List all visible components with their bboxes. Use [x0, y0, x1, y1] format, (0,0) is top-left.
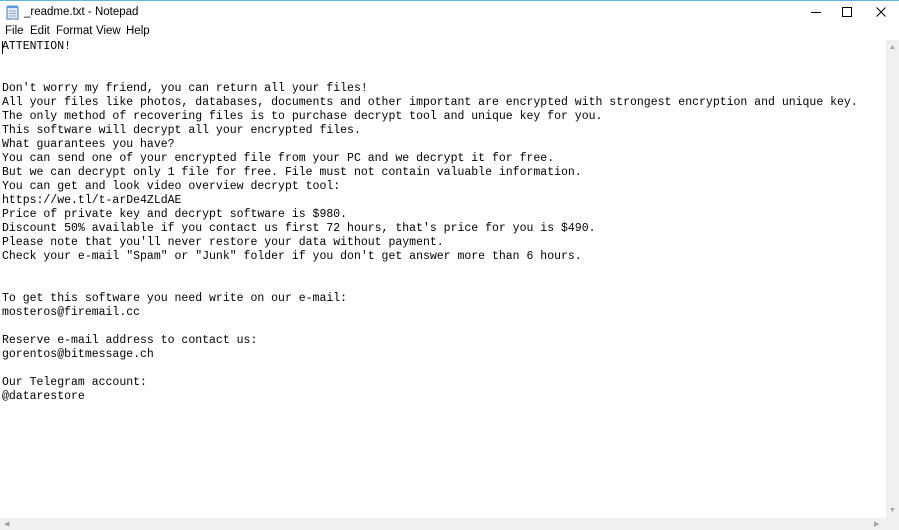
- menu-format[interactable]: Format: [56, 25, 92, 37]
- notepad-icon: [6, 5, 19, 20]
- menu-help[interactable]: Help: [126, 25, 150, 37]
- vertical-scrollbar[interactable]: ▲ ▼: [886, 40, 899, 518]
- menu-edit[interactable]: Edit: [30, 25, 50, 37]
- scroll-up-icon[interactable]: ▲: [889, 44, 896, 51]
- close-icon: [875, 7, 886, 17]
- menu-file[interactable]: File: [5, 25, 24, 37]
- scroll-left-icon[interactable]: ◀: [4, 521, 9, 528]
- text-caret: [2, 41, 3, 54]
- close-button[interactable]: [862, 1, 899, 23]
- text-editor[interactable]: ATTENTION! Don't worry my friend, you ca…: [0, 40, 886, 518]
- scroll-down-icon[interactable]: ▼: [889, 507, 896, 514]
- maximize-icon: [841, 7, 852, 17]
- window-title: _readme.txt - Notepad: [24, 6, 139, 18]
- menu-view[interactable]: View: [96, 25, 121, 37]
- scroll-right-icon[interactable]: ▶: [874, 521, 879, 528]
- scrollbar-corner: [886, 518, 899, 530]
- maximize-button[interactable]: [828, 1, 865, 23]
- minimize-icon: [810, 12, 821, 13]
- document-text[interactable]: ATTENTION! Don't worry my friend, you ca…: [2, 40, 858, 404]
- menu-bar: File Edit Format View Help: [0, 24, 899, 40]
- title-bar[interactable]: _readme.txt - Notepad: [0, 1, 899, 24]
- horizontal-scrollbar[interactable]: ◀ ▶: [0, 518, 886, 530]
